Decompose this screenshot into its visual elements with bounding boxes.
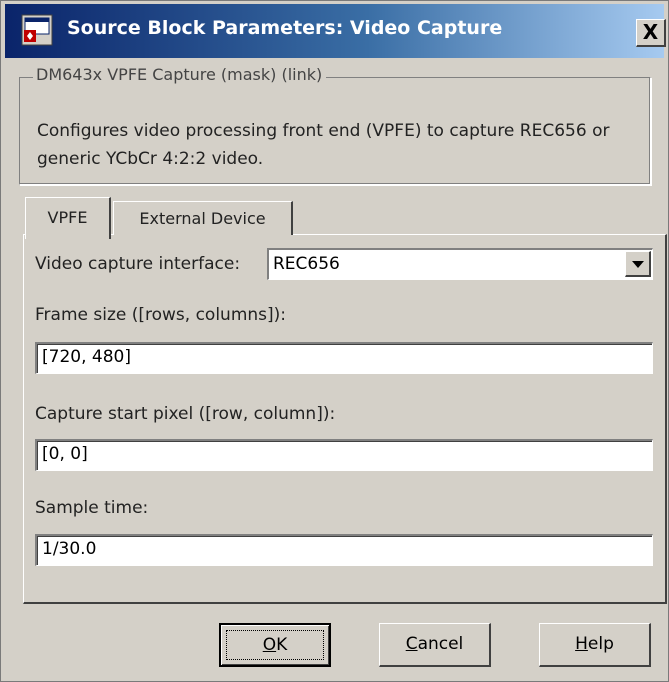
help-mnemonic: H <box>575 634 588 654</box>
chevron-down-icon[interactable] <box>625 251 651 277</box>
ok-button[interactable]: OK <box>219 623 331 667</box>
tab-vpfe-label: VPFE <box>47 208 88 227</box>
cancel-rest: ancel <box>417 634 464 654</box>
frame-size-input[interactable]: [720, 480] <box>35 342 653 374</box>
dialog-window: Source Block Parameters: Video Capture X… <box>0 0 669 682</box>
cancel-mnemonic: C <box>405 634 418 654</box>
close-icon: X <box>642 20 659 44</box>
tab-external-device[interactable]: External Device <box>113 201 293 235</box>
tab-external-device-label: External Device <box>139 209 266 228</box>
video-capture-interface-select[interactable]: REC656 <box>267 248 653 280</box>
sample-time-label: Sample time: <box>35 498 149 518</box>
ok-rest: K <box>276 635 288 655</box>
cancel-button[interactable]: Cancel <box>379 623 491 667</box>
capture-start-pixel-input[interactable]: [0, 0] <box>35 439 653 471</box>
tab-vpfe[interactable]: VPFE <box>25 197 111 239</box>
video-capture-interface-value: REC656 <box>273 254 340 274</box>
title-bar[interactable]: Source Block Parameters: Video Capture X <box>5 4 666 58</box>
capture-start-pixel-label: Capture start pixel ([row, column]): <box>35 404 336 424</box>
video-capture-interface-label: Video capture interface: <box>35 254 241 274</box>
frame-size-label: Frame size ([rows, columns]): <box>35 305 287 325</box>
sample-time-input[interactable]: 1/30.0 <box>35 534 653 566</box>
close-button[interactable]: X <box>636 19 666 47</box>
mask-description: Configures video processing front end (V… <box>37 121 610 169</box>
simulink-block-icon <box>21 14 53 46</box>
window-title: Source Block Parameters: Video Capture <box>67 17 503 39</box>
ok-focus-rect: OK <box>226 630 324 660</box>
ok-mnemonic: O <box>262 635 277 655</box>
help-rest: elp <box>587 634 614 654</box>
help-button[interactable]: Help <box>539 623 651 667</box>
mask-legend: DM643x VPFE Capture (mask) (link) <box>33 65 327 84</box>
